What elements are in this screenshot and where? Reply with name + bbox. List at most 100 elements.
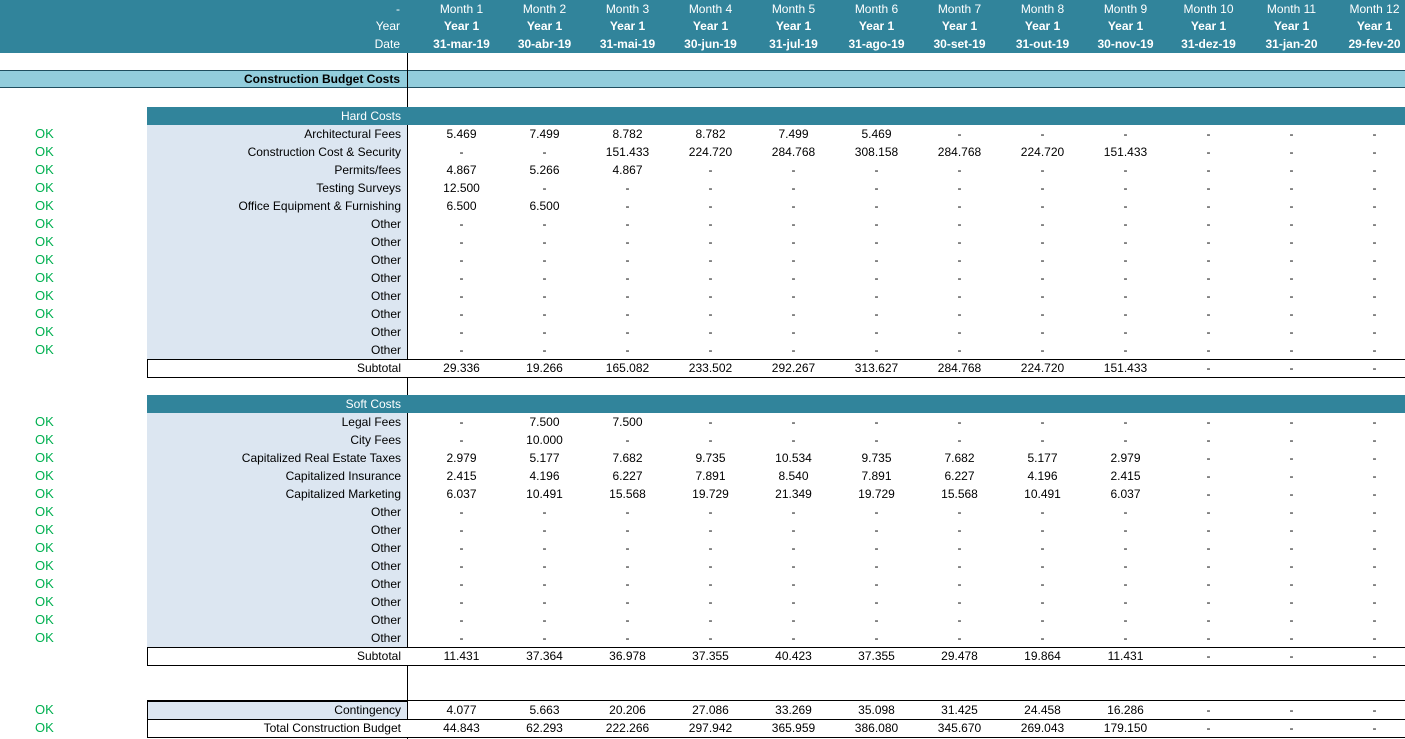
cell-value: - — [708, 181, 713, 195]
cell-value: 7.682 — [944, 451, 975, 465]
cell-value: - — [459, 577, 464, 591]
cell-value: - — [791, 307, 796, 321]
cell-value: - — [708, 523, 713, 537]
header-month: Month 9 — [1103, 2, 1148, 16]
header-month: Month 8 — [1020, 2, 1065, 16]
cell-value: - — [1289, 181, 1294, 195]
cell-value: - — [791, 181, 796, 195]
status-ok: OK — [35, 198, 54, 213]
row-label: Architectural Fees — [304, 127, 401, 141]
cell-value: - — [1040, 217, 1045, 231]
hard-costs-title: Hard Costs — [340, 109, 401, 123]
cell-value: - — [1040, 163, 1045, 177]
row-label: Other — [370, 289, 401, 303]
cell-value: - — [1206, 577, 1211, 591]
header-row-label: - — [396, 2, 400, 16]
cell-value: - — [874, 307, 879, 321]
cell-value: - — [1289, 469, 1294, 483]
cell-value: - — [542, 631, 547, 645]
cell-value: - — [1123, 631, 1128, 645]
cell-value: - — [1289, 577, 1294, 591]
header-year: Year 1 — [443, 19, 480, 33]
cell-value: - — [957, 505, 962, 519]
cell-value: - — [957, 415, 962, 429]
header-year: Year 1 — [1273, 19, 1310, 33]
status-ok: OK — [35, 702, 54, 717]
cell-value: - — [1206, 415, 1211, 429]
cell-value: - — [1206, 613, 1211, 627]
cell-value: - — [874, 271, 879, 285]
total-budget-value: 269.043 — [1020, 721, 1065, 735]
cell-value: - — [1206, 127, 1211, 141]
cell-value: - — [957, 235, 962, 249]
header-year: Year 1 — [692, 19, 729, 33]
total-budget-value: 179.150 — [1103, 721, 1148, 735]
cell-value: - — [1123, 325, 1128, 339]
cell-value: - — [1289, 343, 1294, 357]
status-ok: OK — [35, 522, 54, 537]
cell-value: - — [1289, 217, 1294, 231]
contingency-value: 35.098 — [858, 703, 895, 717]
cell-value: - — [874, 181, 879, 195]
cell-value: - — [874, 559, 879, 573]
cell-value: 19.729 — [858, 487, 895, 501]
cell-value: - — [957, 253, 962, 267]
subtotal-value: 37.355 — [692, 649, 729, 663]
cell-value: - — [1289, 163, 1294, 177]
header-month: Month 2 — [522, 2, 567, 16]
cell-value: - — [708, 307, 713, 321]
status-ok: OK — [35, 720, 54, 735]
cell-value: - — [1372, 181, 1377, 195]
cell-value: - — [625, 559, 630, 573]
status-ok: OK — [35, 144, 54, 159]
cell-value: - — [957, 577, 962, 591]
header-date: 31-mar-19 — [433, 37, 490, 51]
cell-value: 6.500 — [529, 199, 560, 213]
cell-value: - — [1206, 433, 1211, 447]
cell-value: - — [1040, 199, 1045, 213]
cell-value: - — [791, 505, 796, 519]
cell-value: - — [625, 307, 630, 321]
cell-value: - — [625, 289, 630, 303]
subtotal-value: 151.433 — [1103, 361, 1148, 375]
cell-value: - — [791, 631, 796, 645]
row-label: Capitalized Insurance — [285, 469, 401, 483]
cell-value: - — [708, 505, 713, 519]
soft-costs-title: Soft Costs — [345, 397, 401, 411]
cell-value: - — [1289, 199, 1294, 213]
cell-value: 10.491 — [526, 487, 563, 501]
cell-value: - — [1123, 523, 1128, 537]
cell-value: - — [1123, 613, 1128, 627]
cell-value: - — [957, 343, 962, 357]
cell-value: - — [1040, 631, 1045, 645]
cell-value: - — [1123, 235, 1128, 249]
cell-value: - — [1289, 145, 1294, 159]
total-budget-value: 386.080 — [854, 721, 899, 735]
header-date: 30-abr-19 — [517, 37, 572, 51]
cell-value: - — [1372, 343, 1377, 357]
status-ok: OK — [35, 630, 54, 645]
total-budget-value: - — [1372, 721, 1377, 735]
header-year: Year 1 — [1107, 19, 1144, 33]
header-date: 31-jan-20 — [1265, 37, 1318, 51]
cell-value: - — [874, 595, 879, 609]
status-ok: OK — [35, 288, 54, 303]
cell-value: 5.177 — [1027, 451, 1058, 465]
cell-value: - — [459, 559, 464, 573]
cell-value: - — [1289, 325, 1294, 339]
cell-value: - — [1372, 325, 1377, 339]
cell-value: - — [874, 523, 879, 537]
status-ok: OK — [35, 162, 54, 177]
cell-value: - — [1206, 289, 1211, 303]
cell-value: - — [874, 577, 879, 591]
row-label: Other — [370, 235, 401, 249]
subtotal-label: Subtotal — [356, 649, 401, 663]
header-date: 31-mai-19 — [599, 37, 656, 51]
cell-value: - — [957, 541, 962, 555]
subtotal-value: 37.364 — [526, 649, 563, 663]
row-label: Permits/fees — [334, 163, 401, 177]
cell-value: - — [459, 235, 464, 249]
status-ok: OK — [35, 468, 54, 483]
row-label: Other — [370, 325, 401, 339]
cell-value: 5.266 — [529, 163, 560, 177]
